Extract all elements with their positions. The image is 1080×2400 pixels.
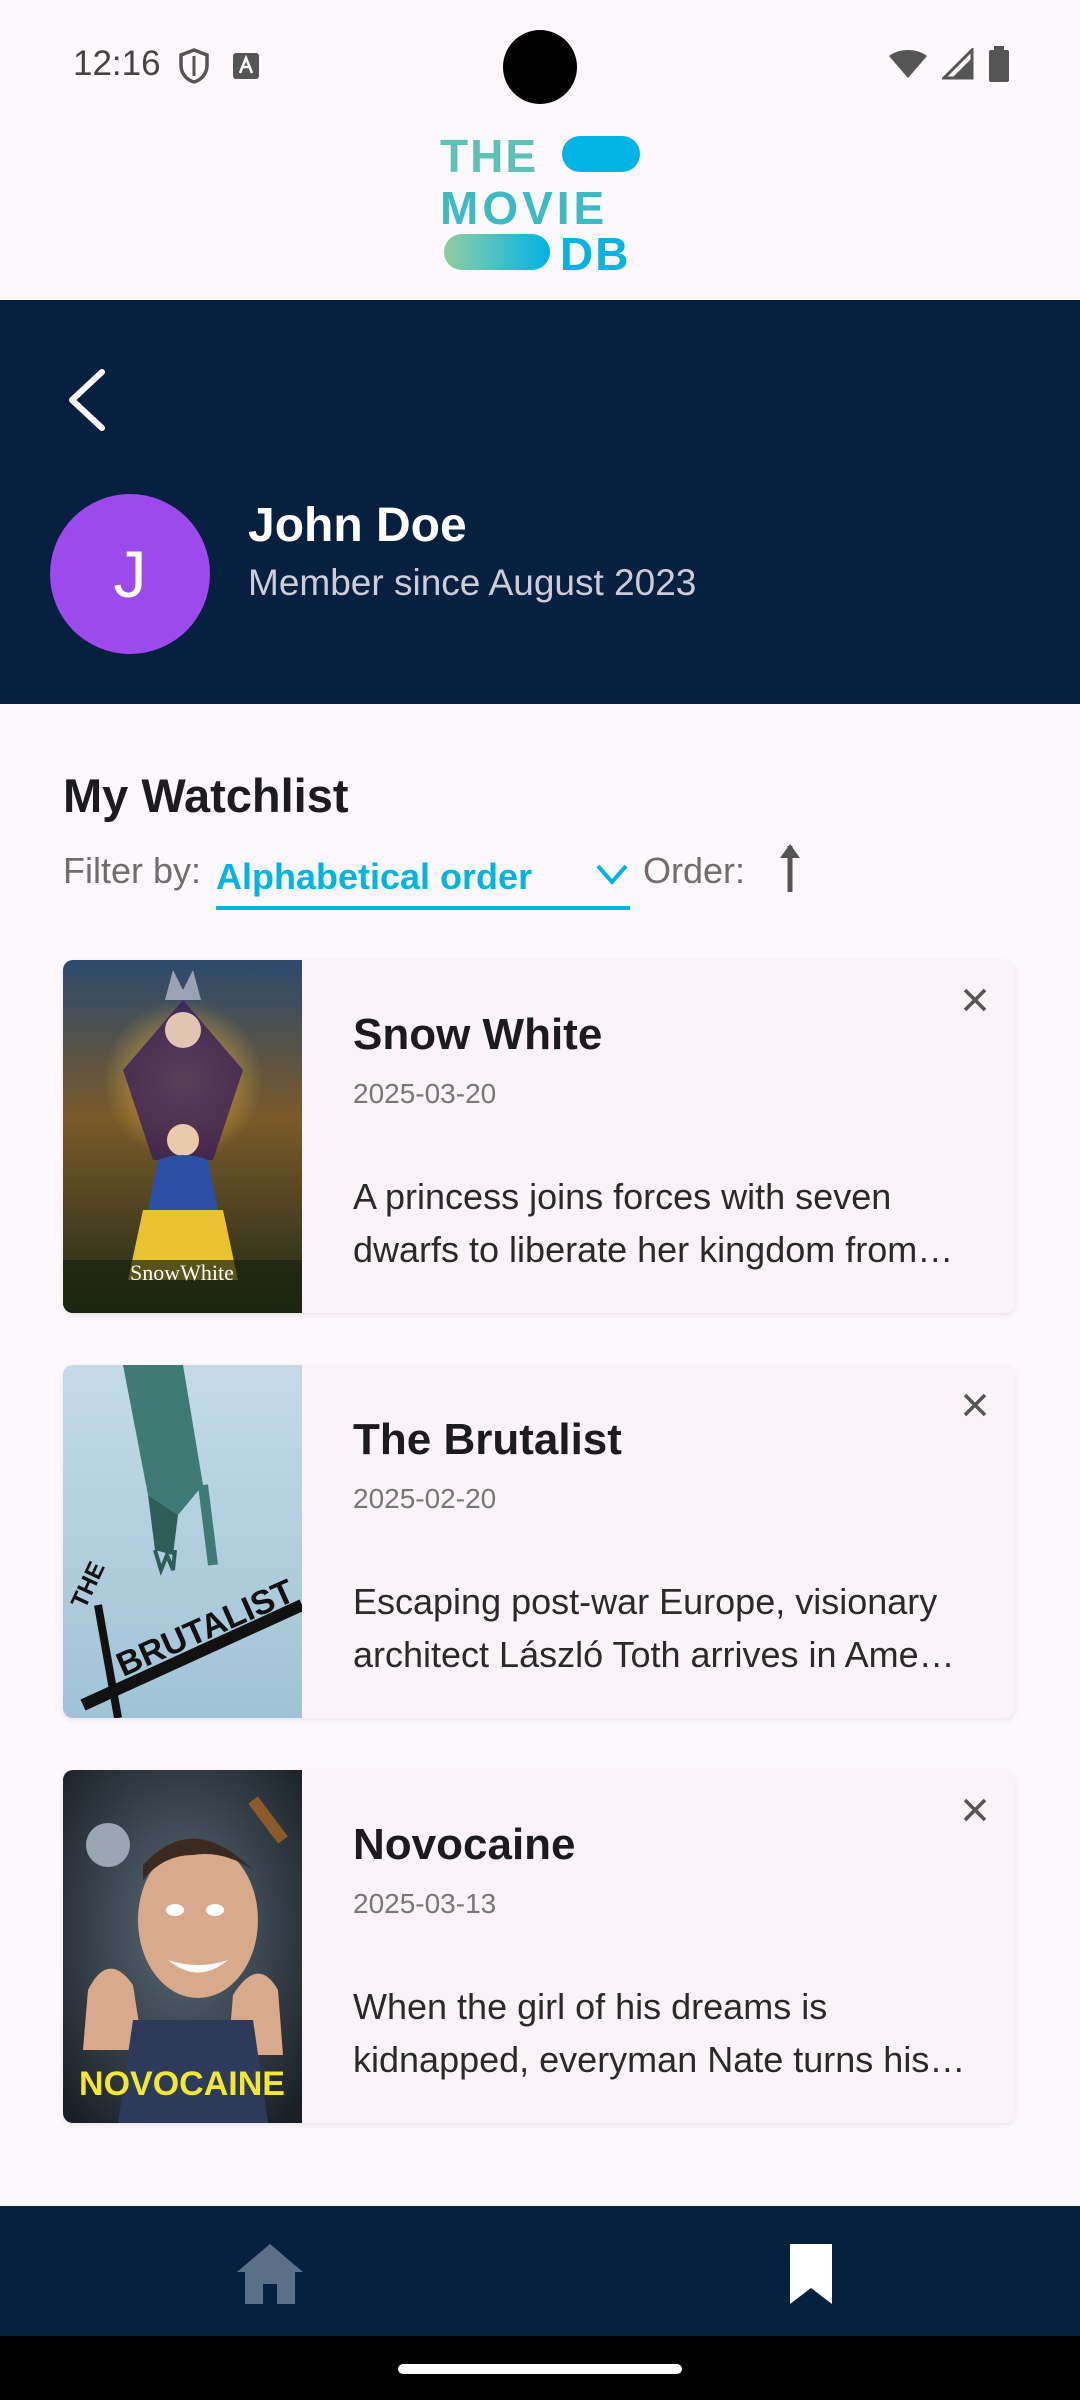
overview-line: dwarfs to liberate her kingdom from… bbox=[353, 1229, 954, 1270]
status-bar: 12:16 bbox=[0, 0, 1080, 130]
camera-cutout bbox=[503, 30, 577, 104]
movie-overview: A princess joins forces with seven dwarf… bbox=[353, 1170, 973, 1276]
overview-line: A princess joins forces with seven bbox=[353, 1176, 892, 1217]
movie-release-date: 2025-02-20 bbox=[353, 1483, 497, 1514]
member-since: Member since August 2023 bbox=[248, 562, 697, 603]
movie-release-date: 2025-03-20 bbox=[353, 1078, 497, 1109]
logo-line-1: THE bbox=[440, 130, 538, 182]
movie-poster: SnowWhite bbox=[63, 960, 302, 1313]
movie-title: The Brutalist bbox=[353, 1415, 622, 1464]
movie-card[interactable]: NOVOCAINE Novocaine 2025-03-13 When the … bbox=[63, 1770, 1015, 2123]
close-icon[interactable] bbox=[955, 1385, 995, 1425]
user-name: John Doe bbox=[248, 499, 467, 552]
wifi-icon bbox=[889, 50, 927, 78]
overview-line: Escaping post-war Europe, visionary bbox=[353, 1581, 938, 1622]
order-label: Order: bbox=[643, 850, 746, 891]
chevron-down-icon bbox=[596, 864, 628, 886]
status-time: 12:16 bbox=[73, 44, 161, 83]
profile-header: J John Doe Member since August 2023 bbox=[0, 300, 1080, 704]
poster-title: NOVOCAINE bbox=[79, 2065, 285, 2103]
movie-poster: NOVOCAINE bbox=[63, 1770, 302, 2123]
movie-title: Snow White bbox=[353, 1010, 603, 1059]
close-icon[interactable] bbox=[955, 980, 995, 1020]
logo-line-3: DB bbox=[560, 228, 630, 274]
shield-icon bbox=[179, 48, 209, 84]
movie-release-date: 2025-03-13 bbox=[353, 1888, 497, 1919]
battery-icon bbox=[989, 46, 1009, 82]
movie-overview: When the girl of his dreams is kidnapped… bbox=[353, 1980, 973, 2086]
signal-icon bbox=[942, 48, 974, 80]
back-arrow-icon[interactable] bbox=[58, 366, 118, 434]
movie-title: Novocaine bbox=[353, 1820, 576, 1869]
watchlist-title: My Watchlist bbox=[63, 769, 349, 822]
close-icon[interactable] bbox=[955, 1790, 995, 1830]
keyboard-a-icon bbox=[233, 53, 259, 79]
home-icon[interactable] bbox=[235, 2242, 305, 2306]
tmdb-logo: THE MOVIE DB bbox=[440, 130, 640, 274]
filter-label: Filter by: bbox=[63, 850, 202, 891]
filter-value: Alphabetical order bbox=[216, 856, 533, 897]
logo-line-2: MOVIE bbox=[440, 182, 608, 234]
movie-card[interactable]: SnowWhite Snow White 2025-03-20 A prince… bbox=[63, 960, 1015, 1313]
avatar: J bbox=[50, 494, 210, 654]
bookmark-icon[interactable] bbox=[786, 2242, 836, 2306]
bottom-nav bbox=[0, 2206, 1080, 2336]
movie-card[interactable]: THE BRUTALIST The Brutalist 2025-02-20 E… bbox=[63, 1365, 1015, 1718]
overview-line: kidnapped, everyman Nate turns his… bbox=[353, 2039, 966, 2080]
sort-ascending-icon[interactable] bbox=[770, 840, 810, 896]
overview-line: architect László Toth arrives in Ame… bbox=[353, 1634, 955, 1675]
filter-dropdown[interactable]: Alphabetical order bbox=[216, 840, 630, 910]
gesture-pill[interactable] bbox=[398, 2364, 682, 2374]
movie-poster: THE BRUTALIST bbox=[63, 1365, 302, 1718]
overview-line: When the girl of his dreams is bbox=[353, 1986, 828, 2027]
poster-title: SnowWhite bbox=[130, 1260, 234, 1285]
movie-overview: Escaping post-war Europe, visionary arch… bbox=[353, 1575, 973, 1681]
